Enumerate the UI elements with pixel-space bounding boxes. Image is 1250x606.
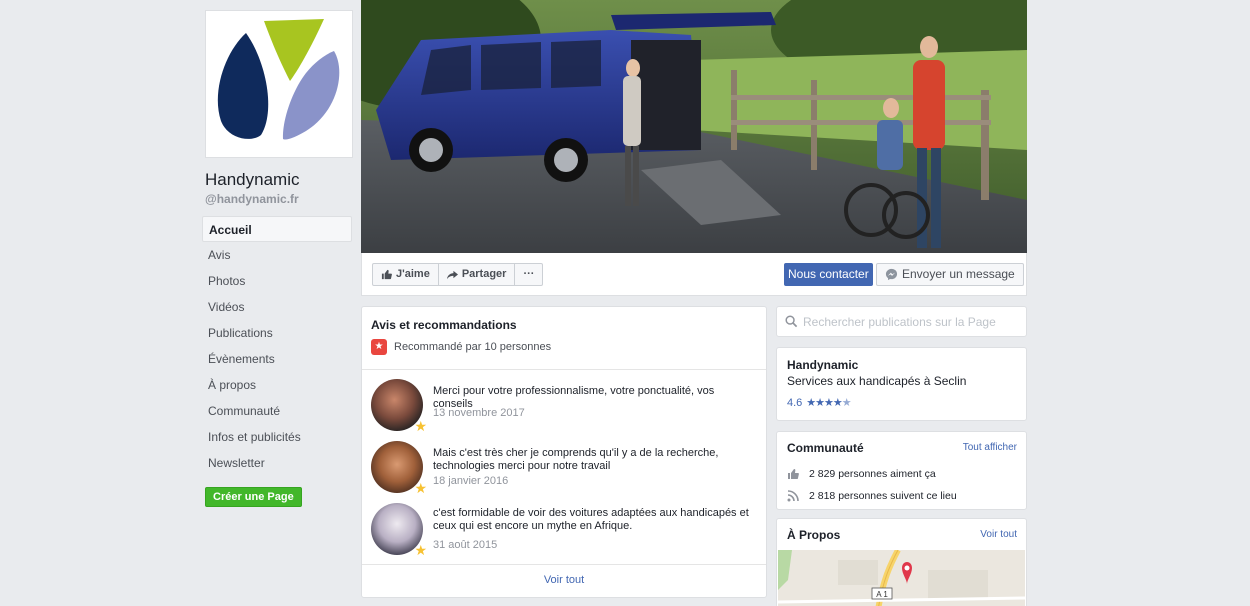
- review-date[interactable]: 13 novembre 2017: [433, 407, 525, 419]
- likes-count: 2 829 personnes aiment ça: [809, 468, 936, 480]
- like-button[interactable]: J'aime: [373, 264, 439, 285]
- follows-count: 2 818 personnes suivent ce lieu: [809, 490, 957, 502]
- review-date[interactable]: 31 août 2015: [433, 539, 497, 551]
- map-image: A 1: [778, 550, 1025, 606]
- reviews-title: Avis et recommandations: [371, 318, 517, 332]
- rating-value: 4.6: [787, 396, 803, 409]
- likes-stat: 2 829 personnes aiment ça: [787, 468, 936, 480]
- community-card: Communauté Tout afficher 2 829 personnes…: [776, 431, 1027, 510]
- star-icon: ★: [414, 480, 427, 496]
- community-title: Communauté: [787, 441, 864, 455]
- profile-picture[interactable]: [205, 10, 353, 158]
- divider: [362, 369, 766, 370]
- thumbs-up-icon: [788, 469, 799, 479]
- page-rating[interactable]: 4.6 ★★★★★: [787, 396, 852, 410]
- recommendation-count[interactable]: Recommandé par 10 personnes: [394, 341, 551, 353]
- rating-stars-icon: ★★★★★: [806, 397, 851, 409]
- page-search-input[interactable]: [803, 313, 1018, 331]
- divider: [362, 564, 766, 565]
- recommendation-star-icon: ★: [371, 339, 387, 355]
- nav-item-accueil[interactable]: Accueil: [202, 216, 352, 242]
- share-button[interactable]: Partager: [439, 264, 516, 285]
- page-name[interactable]: Handynamic: [205, 170, 300, 190]
- reviewer-avatar[interactable]: ★: [371, 503, 427, 557]
- review-item: ★ Mais c'est très cher je comprends qu'i…: [371, 441, 761, 497]
- star-icon: ★: [414, 418, 427, 434]
- page-search-box: [776, 306, 1027, 337]
- review-text: Mais c'est très cher je comprends qu'il …: [433, 447, 719, 472]
- reviews-see-all-link[interactable]: Voir tout: [362, 574, 766, 586]
- page-nav: Accueil Avis Photos Vidéos Publications …: [202, 216, 352, 476]
- nav-item-a-propos[interactable]: À propos: [202, 372, 352, 398]
- road-label: A 1: [876, 590, 888, 599]
- community-see-all-link[interactable]: Tout afficher: [963, 442, 1017, 453]
- action-button-group: J'aime Partager ···: [372, 263, 544, 286]
- cover-photo[interactable]: [361, 0, 1027, 253]
- more-options-button[interactable]: ···: [515, 264, 542, 285]
- recommendation-summary: ★ Recommandé par 10 personnes: [371, 339, 551, 355]
- send-message-button[interactable]: Envoyer un message: [876, 263, 1024, 286]
- page-action-bar: J'aime Partager ··· Nous contacter Envoy…: [361, 253, 1027, 296]
- rss-icon: [787, 490, 799, 502]
- search-icon: [785, 315, 798, 328]
- cover-image: [361, 0, 1027, 253]
- nav-item-newsletter[interactable]: Newsletter: [202, 450, 352, 476]
- review-item: ★ Merci pour votre professionnalisme, vo…: [371, 379, 761, 435]
- messenger-icon: [885, 268, 898, 281]
- nav-item-avis[interactable]: Avis: [202, 242, 352, 268]
- location-map[interactable]: A 1: [778, 550, 1025, 606]
- nav-item-publications[interactable]: Publications: [202, 320, 352, 346]
- handynamic-logo: [217, 19, 340, 140]
- page-info-card: Handynamic Services aux handicapés à Sec…: [776, 347, 1027, 421]
- star-icon: ★: [414, 542, 427, 558]
- about-see-all-link[interactable]: Voir tout: [980, 529, 1017, 540]
- follows-stat: 2 818 personnes suivent ce lieu: [787, 490, 957, 502]
- reviews-card: Avis et recommandations ★ Recommandé par…: [361, 306, 767, 598]
- create-page-button[interactable]: Créer une Page: [205, 487, 302, 507]
- about-title: À Propos: [787, 528, 841, 542]
- nav-item-videos[interactable]: Vidéos: [202, 294, 352, 320]
- like-label: J'aime: [396, 268, 430, 280]
- nav-item-communaute[interactable]: Communauté: [202, 398, 352, 424]
- nav-item-evenements[interactable]: Évènements: [202, 346, 352, 372]
- review-text: c'est formidable de voir des voitures ad…: [433, 507, 749, 532]
- contact-button[interactable]: Nous contacter: [784, 263, 873, 286]
- about-card: À Propos Voir tout A 1: [776, 518, 1027, 606]
- share-label: Partager: [461, 268, 507, 280]
- reviewer-avatar[interactable]: ★: [371, 379, 427, 433]
- thumbs-up-icon: [381, 269, 392, 280]
- info-page-name[interactable]: Handynamic: [787, 358, 858, 372]
- page-handle[interactable]: @handynamic.fr: [205, 192, 299, 206]
- send-message-label: Envoyer un message: [902, 267, 1015, 281]
- share-arrow-icon: [446, 270, 458, 280]
- info-category[interactable]: Services aux handicapés à Seclin: [787, 374, 966, 388]
- review-item: ★ c'est formidable de voir des voitures …: [371, 503, 761, 559]
- reviewer-avatar[interactable]: ★: [371, 441, 427, 495]
- nav-item-photos[interactable]: Photos: [202, 268, 352, 294]
- nav-item-infos-publicites[interactable]: Infos et publicités: [202, 424, 352, 450]
- review-date[interactable]: 18 janvier 2016: [433, 475, 508, 487]
